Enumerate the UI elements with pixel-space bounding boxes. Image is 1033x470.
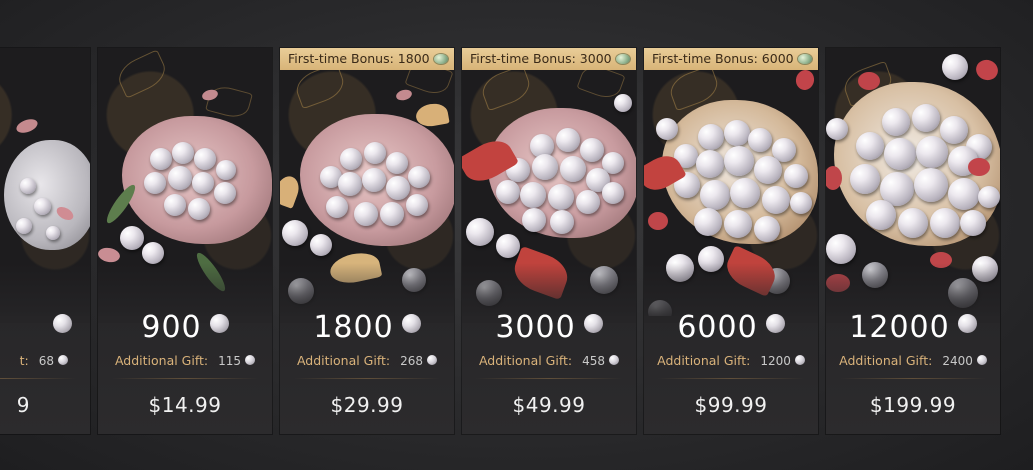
additional-gift: Additional Gift: 1200 [644,353,818,368]
pearl-icon [609,355,620,365]
additional-gift: Additional Gift: 268 [280,353,454,368]
first-time-bonus-badge: First-time Bonus: 3000 [462,48,636,70]
pearl-icon [427,355,438,365]
price-button[interactable]: $199.99 [826,393,1000,417]
additional-gift: Additional Gift: 458 [462,353,636,368]
pearl-amount: 6000 [644,310,818,345]
price-button[interactable]: $14.99 [98,393,272,417]
price-button[interactable]: $29.99 [280,393,454,417]
pearl-icon [245,355,256,365]
price-button[interactable]: $49.99 [462,393,636,417]
package-card-900[interactable]: 900 Additional Gift: 115 $14.99 [98,48,272,434]
pearl-icon [209,314,229,333]
package-card-6000[interactable]: First-time Bonus: 6000 6000 Additional G… [644,48,818,434]
pearl-icon [976,355,987,365]
pearl-amount: 12000 [826,310,1000,345]
additional-gift: Additional Gift: 115 [98,353,272,368]
price-label: 9 [16,393,30,417]
pearl-amount: 1800 [280,310,454,345]
first-time-bonus-badge: First-time Bonus: 6000 [644,48,818,70]
jade-gem-icon [797,53,812,64]
pearl-amount: 3000 [462,310,636,345]
price-button[interactable]: $99.99 [644,393,818,417]
pearl-icon [52,314,72,333]
jade-gem-icon [433,53,448,64]
package-card-3000[interactable]: First-time Bonus: 3000 3000 Additional G… [462,48,636,434]
first-time-bonus-badge: First-time Bonus: 1800 [280,48,454,70]
pearl-icon [957,314,977,333]
additional-gift: Additional Gift: 2400 [826,353,1000,368]
pearl-amount [0,310,90,345]
pearl-amount: 900 [98,310,272,345]
package-card-partial[interactable]: t: 68 9 [0,48,90,434]
pearl-icon [58,355,68,365]
jade-gem-icon [615,53,630,64]
pearl-icon [583,314,603,333]
package-card-12000[interactable]: 12000 Additional Gift: 2400 $199.99 [826,48,1000,434]
pearl-icon [401,314,421,333]
pearl-icon [794,355,805,365]
package-card-1800[interactable]: First-time Bonus: 1800 1800 Additional G… [280,48,454,434]
additional-gift: t: 68 [0,353,90,368]
pearl-package-strip: t: 68 9 900 Additional Gift: 115 $14.99 … [0,0,1033,470]
pearl-icon [765,314,785,333]
